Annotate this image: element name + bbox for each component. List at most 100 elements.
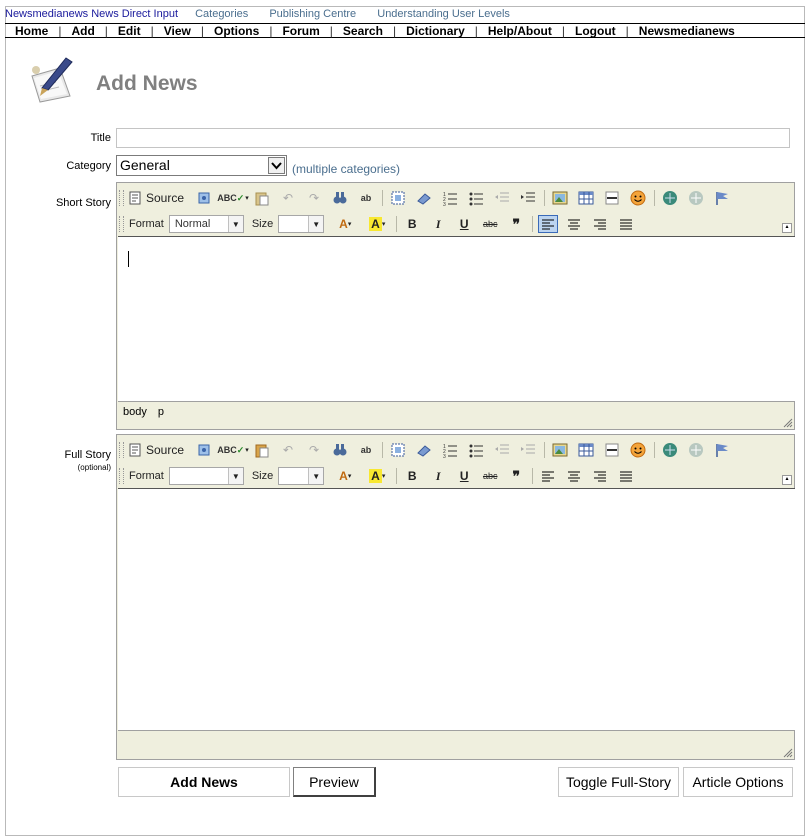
numbered-list-icon[interactable]: 123 <box>440 441 460 459</box>
align-right-icon[interactable] <box>590 215 610 233</box>
align-left-icon[interactable] <box>538 215 559 233</box>
short-story-content[interactable] <box>118 236 795 402</box>
background-color-icon[interactable]: A ▾ <box>364 467 390 485</box>
eraser-icon[interactable] <box>414 189 434 207</box>
menu-dictionary[interactable]: Dictionary <box>396 24 475 38</box>
add-news-button[interactable]: Add News <box>118 767 290 797</box>
blockquote-icon[interactable]: ❞ <box>506 215 526 233</box>
spellcheck-icon[interactable]: ABC✓ ▾ <box>217 189 249 207</box>
undo-icon[interactable]: ↶ <box>278 189 298 207</box>
outdent-icon[interactable] <box>492 189 512 207</box>
find-icon[interactable] <box>330 189 350 207</box>
categories-link[interactable]: Categories <box>195 8 248 20</box>
underline-icon[interactable]: U <box>454 467 474 485</box>
blockquote-icon[interactable]: ❞ <box>506 467 526 485</box>
menu-edit[interactable]: Edit <box>108 24 151 38</box>
preview-button[interactable]: Preview <box>293 767 376 797</box>
link-icon[interactable] <box>660 441 680 459</box>
link-icon[interactable] <box>660 189 680 207</box>
image-icon[interactable] <box>550 441 570 459</box>
menu-newsmedianews[interactable]: Newsmedianews <box>629 24 745 38</box>
paste-icon[interactable] <box>252 441 272 459</box>
align-center-icon[interactable] <box>564 467 584 485</box>
unlink-icon[interactable] <box>686 441 706 459</box>
table-icon[interactable] <box>576 189 596 207</box>
select-all-icon[interactable] <box>388 189 408 207</box>
italic-icon[interactable]: I <box>428 467 448 485</box>
align-center-icon[interactable] <box>564 215 584 233</box>
bullet-list-icon[interactable] <box>466 441 486 459</box>
templates-icon[interactable] <box>194 441 214 459</box>
background-color-icon[interactable]: A ▾ <box>364 215 390 233</box>
text-color-icon[interactable]: A ▾ <box>332 467 358 485</box>
format-select[interactable]: ▼ <box>168 467 244 485</box>
chevron-down-icon[interactable] <box>268 157 285 174</box>
menu-forum[interactable]: Forum <box>272 24 329 38</box>
smiley-icon[interactable] <box>628 189 648 207</box>
source-button[interactable]: Source <box>129 189 184 207</box>
menu-home[interactable]: Home <box>5 24 58 38</box>
bold-icon[interactable]: B <box>402 215 422 233</box>
smiley-icon[interactable] <box>628 441 648 459</box>
collapse-toolbar-icon[interactable]: ▴ <box>782 223 792 233</box>
horizontal-rule-icon[interactable] <box>602 189 622 207</box>
menu-options[interactable]: Options <box>204 24 269 38</box>
italic-icon[interactable]: I <box>428 215 448 233</box>
anchor-flag-icon[interactable] <box>712 441 732 459</box>
replace-icon[interactable]: ab <box>356 441 376 459</box>
justify-icon[interactable] <box>616 215 636 233</box>
menu-search[interactable]: Search <box>333 24 393 38</box>
title-input[interactable] <box>116 128 790 148</box>
indent-icon[interactable] <box>518 189 538 207</box>
full-story-content[interactable] <box>118 488 795 731</box>
bullet-list-icon[interactable] <box>466 189 486 207</box>
collapse-toolbar-icon[interactable]: ▴ <box>782 475 792 485</box>
resize-grip-icon[interactable] <box>783 418 793 428</box>
resize-grip-icon[interactable] <box>783 748 793 758</box>
multiple-categories-link[interactable]: (multiple categories) <box>292 162 400 176</box>
unlink-icon[interactable] <box>686 189 706 207</box>
path-p[interactable]: p <box>158 406 164 418</box>
image-icon[interactable] <box>550 189 570 207</box>
source-button[interactable]: Source <box>129 441 184 459</box>
horizontal-rule-icon[interactable] <box>602 441 622 459</box>
size-select[interactable]: ▼ <box>278 215 325 233</box>
anchor-flag-icon[interactable] <box>712 189 732 207</box>
size-label: Size <box>251 470 274 482</box>
templates-icon[interactable] <box>194 189 214 207</box>
numbered-list-icon[interactable]: 123 <box>440 189 460 207</box>
category-select[interactable]: General <box>116 155 287 176</box>
path-body[interactable]: body <box>123 406 147 418</box>
menu-view[interactable]: View <box>154 24 201 38</box>
menu-help-about[interactable]: Help/About <box>478 24 562 38</box>
bold-icon[interactable]: B <box>402 467 422 485</box>
site-link[interactable]: Newsmedianews News Direct Input <box>5 8 178 20</box>
redo-icon[interactable]: ↷ <box>304 441 324 459</box>
menu-add[interactable]: Add <box>61 24 104 38</box>
text-color-icon[interactable]: A ▾ <box>332 215 358 233</box>
strikethrough-icon[interactable]: abc <box>480 467 500 485</box>
table-icon[interactable] <box>576 441 596 459</box>
strikethrough-icon[interactable]: abc <box>480 215 500 233</box>
align-left-icon[interactable] <box>538 467 558 485</box>
format-select[interactable]: Normal ▼ <box>168 215 244 233</box>
outdent-icon[interactable] <box>492 441 512 459</box>
size-select[interactable]: ▼ <box>278 467 325 485</box>
find-icon[interactable] <box>330 441 350 459</box>
paste-icon[interactable] <box>252 189 272 207</box>
redo-icon[interactable]: ↷ <box>304 189 324 207</box>
menu-logout[interactable]: Logout <box>565 24 626 38</box>
undo-icon[interactable]: ↶ <box>278 441 298 459</box>
align-right-icon[interactable] <box>590 467 610 485</box>
indent-icon[interactable] <box>518 441 538 459</box>
user-levels-link[interactable]: Understanding User Levels <box>377 8 510 20</box>
spellcheck-icon[interactable]: ABC✓ ▾ <box>217 441 249 459</box>
toggle-full-story-button[interactable]: Toggle Full-Story <box>558 767 679 797</box>
justify-icon[interactable] <box>616 467 636 485</box>
underline-icon[interactable]: U <box>454 215 474 233</box>
publishing-centre-link[interactable]: Publishing Centre <box>269 8 356 20</box>
replace-icon[interactable]: ab <box>356 189 376 207</box>
select-all-icon[interactable] <box>388 441 408 459</box>
article-options-button[interactable]: Article Options <box>683 767 793 797</box>
eraser-icon[interactable] <box>414 441 434 459</box>
